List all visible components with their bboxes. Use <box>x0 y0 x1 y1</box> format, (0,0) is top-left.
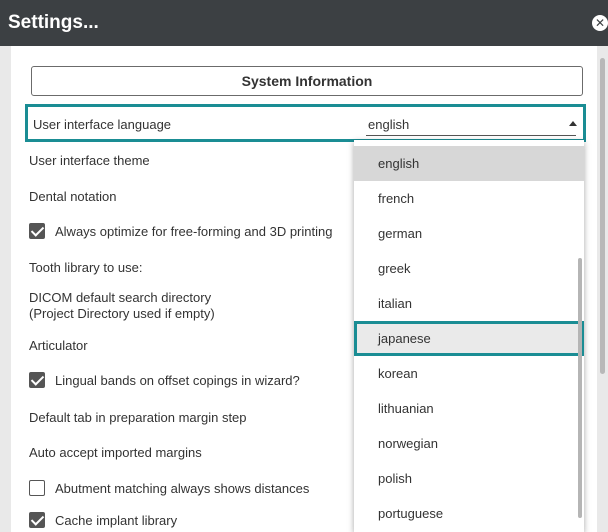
tooth-library-label: Tooth library to use: <box>29 260 143 275</box>
articulator-label: Articulator <box>29 338 88 353</box>
language-option-korean[interactable]: korean <box>354 356 584 391</box>
system-information-button[interactable]: System Information <box>31 66 583 96</box>
language-option-french[interactable]: french <box>354 181 584 216</box>
lingual-bands-label: Lingual bands on offset copings in wizar… <box>55 373 300 388</box>
lingual-bands-checkbox[interactable] <box>29 372 45 388</box>
title-bar: Settings... ✕ <box>0 0 608 46</box>
auto-accept-margins-label: Auto accept imported margins <box>29 445 202 460</box>
language-option-lithuanian[interactable]: lithuanian <box>354 391 584 426</box>
language-option-greek[interactable]: greek <box>354 251 584 286</box>
language-setting-row[interactable]: User interface language english <box>25 104 586 142</box>
language-option-polish[interactable]: polish <box>354 461 584 496</box>
language-option-italian[interactable]: italian <box>354 286 584 321</box>
language-select-value[interactable]: english <box>368 117 409 132</box>
language-label: User interface language <box>33 117 172 132</box>
ui-theme-label: User interface theme <box>29 153 150 168</box>
window-title: Settings... <box>8 12 99 33</box>
language-option-japanese[interactable]: japanese <box>354 321 584 356</box>
cache-implant-checkbox[interactable] <box>29 512 45 528</box>
default-tab-label: Default tab in preparation margin step <box>29 410 247 425</box>
dicom-directory-label: DICOM default search directory (Project … <box>29 290 215 322</box>
select-underline <box>366 135 576 136</box>
language-option-german[interactable]: german <box>354 216 584 251</box>
abutment-matching-checkbox[interactable] <box>29 480 45 496</box>
language-option-english[interactable]: english <box>354 146 584 181</box>
dropdown-scrollbar[interactable] <box>578 258 582 518</box>
dicom-directory-line1: DICOM default search directory <box>29 290 212 305</box>
cache-implant-label: Cache implant library <box>55 513 178 528</box>
close-icon[interactable]: ✕ <box>592 15 608 31</box>
dropdown-arrow-icon[interactable] <box>569 121 577 126</box>
language-dropdown-list: english french german greek italian japa… <box>354 140 584 532</box>
optimize-3d-printing-checkbox[interactable] <box>29 223 45 239</box>
dicom-directory-line2: (Project Directory used if empty) <box>29 306 215 321</box>
language-option-portuguese[interactable]: portuguese <box>354 496 584 531</box>
dental-notation-label: Dental notation <box>29 189 117 204</box>
abutment-matching-label: Abutment matching always shows distances <box>55 481 310 496</box>
optimize-3d-printing-label: Always optimize for free-forming and 3D … <box>55 224 333 239</box>
language-option-norwegian[interactable]: norwegian <box>354 426 584 461</box>
settings-panel: System Information User interface langua… <box>11 46 597 532</box>
panel-scrollbar[interactable] <box>600 58 605 374</box>
